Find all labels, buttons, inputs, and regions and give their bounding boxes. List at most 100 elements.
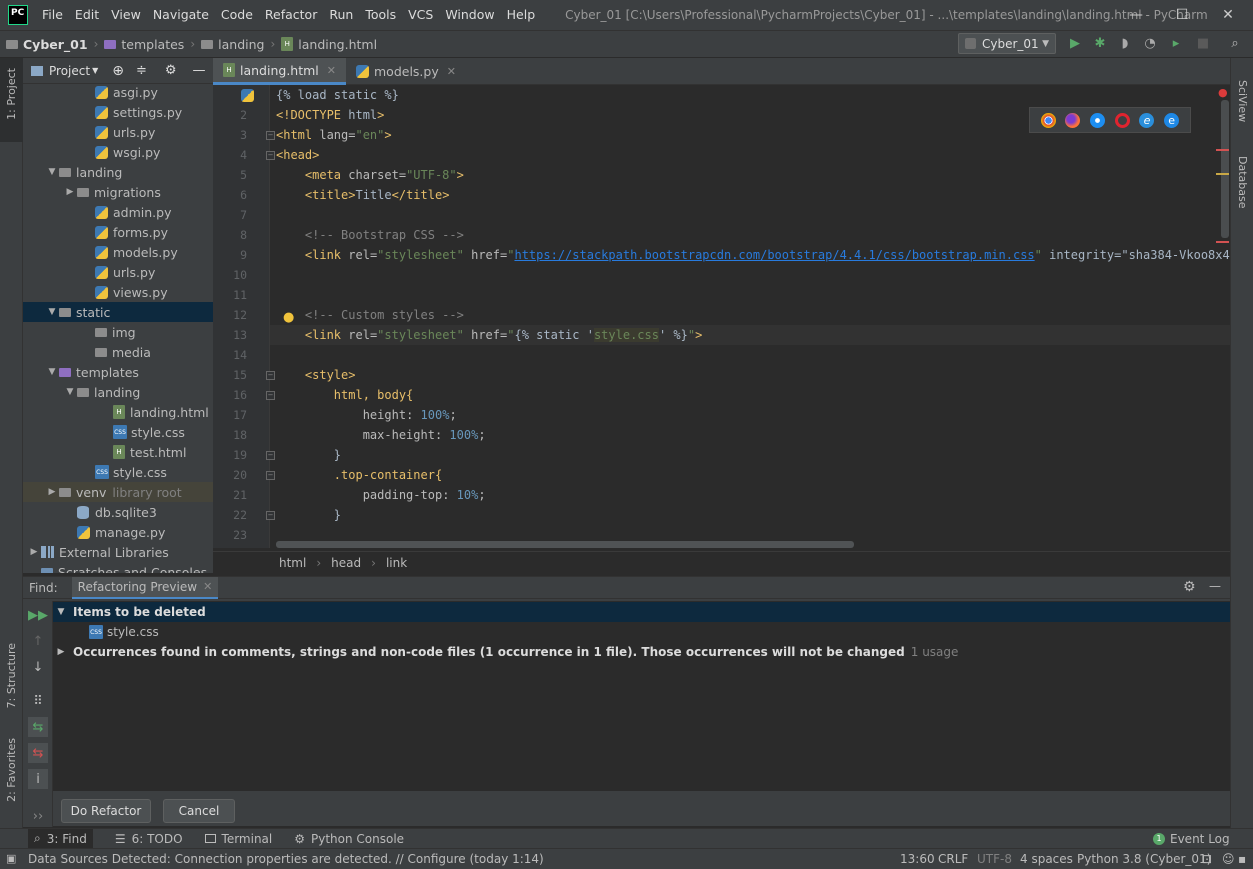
- menu-tools[interactable]: Tools: [359, 0, 402, 30]
- chevron-right-icon[interactable]: ▶: [53, 647, 69, 657]
- code-line[interactable]: }: [270, 445, 1230, 465]
- code-line[interactable]: [270, 265, 1230, 285]
- favorites-tool-tab[interactable]: 2: Favorites: [5, 738, 18, 802]
- breadcrumb-head[interactable]: head: [331, 556, 361, 570]
- chevron-down-icon[interactable]: ▼: [45, 367, 59, 377]
- chevron-down-icon[interactable]: ▼: [53, 607, 69, 617]
- results-group-occurrences[interactable]: ▶ Occurrences found in comments, strings…: [53, 642, 1230, 662]
- line-separator[interactable]: CRLF: [938, 852, 968, 866]
- menu-run[interactable]: Run: [323, 0, 359, 30]
- tree-item-asgi-py[interactable]: asgi.py: [23, 82, 213, 102]
- code-line[interactable]: height: 100%;: [270, 405, 1230, 425]
- tree-item-static[interactable]: ▼ static: [23, 302, 213, 322]
- code-line[interactable]: <style>: [270, 365, 1230, 385]
- tree-item-forms-py[interactable]: forms.py: [23, 222, 213, 242]
- lock-icon[interactable]: ⊡: [1202, 852, 1212, 866]
- code-line[interactable]: }: [270, 505, 1230, 525]
- rerun-icon[interactable]: ▶▶: [28, 605, 48, 625]
- tab-todo[interactable]: ☰ 6: TODO: [115, 832, 183, 846]
- cancel-button[interactable]: Cancel: [163, 799, 235, 823]
- nav-crumb-templates[interactable]: templates: [104, 37, 184, 52]
- code-line[interactable]: <!-- Custom styles -->: [270, 305, 1230, 325]
- arrow-up-icon[interactable]: ↑: [28, 631, 48, 651]
- status-message[interactable]: Data Sources Detected: Connection proper…: [28, 852, 544, 866]
- code-line[interactable]: <meta charset="UTF-8">: [270, 165, 1230, 185]
- firefox-icon[interactable]: [1065, 112, 1081, 128]
- menu-help[interactable]: Help: [501, 0, 542, 30]
- search-everywhere-icon[interactable]: ⌕: [1227, 35, 1243, 51]
- breadcrumb-html[interactable]: html: [279, 556, 306, 570]
- tree-item-views-py[interactable]: views.py: [23, 282, 213, 302]
- chevron-down-icon[interactable]: ▼: [92, 66, 98, 75]
- database-tool-tab[interactable]: Database: [1236, 156, 1249, 209]
- tree-item-img[interactable]: img: [23, 322, 213, 342]
- info-icon[interactable]: i: [28, 769, 48, 789]
- tree-item-landing[interactable]: ▼ landing: [23, 382, 213, 402]
- more-icon[interactable]: ››: [28, 806, 48, 826]
- file-encoding[interactable]: UTF-8: [977, 852, 1012, 866]
- tree-item-db-sqlite3[interactable]: db.sqlite3: [23, 502, 213, 522]
- code-line[interactable]: [270, 205, 1230, 225]
- chrome-icon[interactable]: [1040, 112, 1056, 128]
- tree-item-landing[interactable]: ▼ landing: [23, 162, 213, 182]
- python-interpreter[interactable]: Python 3.8 (Cyber_01): [1077, 852, 1211, 866]
- code-line[interactable]: [270, 285, 1230, 305]
- code-line[interactable]: <link rel="stylesheet" href="{% static '…: [270, 325, 1230, 345]
- tab-models-py[interactable]: models.py ✕: [346, 58, 466, 85]
- project-view-select[interactable]: Project: [49, 64, 90, 78]
- menu-view[interactable]: View: [105, 0, 147, 30]
- tab-refactoring-preview[interactable]: Refactoring Preview ✕: [71, 576, 219, 599]
- chevron-down-icon[interactable]: ▼: [63, 387, 77, 397]
- status-layout-icon[interactable]: ▣: [6, 852, 16, 865]
- include-icon[interactable]: ⇆: [28, 717, 48, 737]
- warning-stripe-mark[interactable]: [1216, 173, 1229, 175]
- edge-icon[interactable]: e: [1164, 112, 1180, 128]
- tree-item-templates[interactable]: ▼ templates: [23, 362, 213, 382]
- code-editor[interactable]: {% load static %} <!DOCTYPE html> <html la…: [270, 85, 1230, 548]
- code-line[interactable]: .top-container{: [270, 465, 1230, 485]
- chevron-right-icon[interactable]: ▶: [45, 487, 59, 497]
- gear-icon[interactable]: ⚙: [165, 63, 177, 78]
- minimize-button[interactable]: —: [1113, 0, 1159, 30]
- error-stripe-mark[interactable]: [1216, 149, 1229, 151]
- hide-panel-icon[interactable]: —: [193, 63, 206, 78]
- tab-event-log[interactable]: 1 Event Log: [1153, 832, 1230, 846]
- code-line[interactable]: <!-- Bootstrap CSS -->: [270, 225, 1230, 245]
- tree-item-external-libraries[interactable]: ▶ External Libraries: [23, 542, 213, 562]
- debug-icon[interactable]: ✱: [1092, 35, 1108, 51]
- hide-panel-icon[interactable]: —: [1209, 579, 1221, 593]
- nav-crumb-project[interactable]: Cyber_01: [6, 37, 88, 52]
- nav-crumb-file[interactable]: Hlanding.html: [281, 37, 377, 52]
- tree-item-media[interactable]: media: [23, 342, 213, 362]
- exclude-icon[interactable]: ⇆: [28, 743, 48, 763]
- locate-icon[interactable]: ⊕: [112, 63, 124, 79]
- close-icon[interactable]: ✕: [447, 65, 456, 78]
- arrow-down-icon[interactable]: ↓: [28, 657, 48, 677]
- concurrency-icon[interactable]: ▸: [1168, 35, 1184, 51]
- menu-edit[interactable]: Edit: [69, 0, 105, 30]
- tree-item-models-py[interactable]: models.py: [23, 242, 213, 262]
- tree-item-manage-py[interactable]: manage.py: [23, 522, 213, 542]
- opera-icon[interactable]: [1114, 112, 1130, 128]
- chevron-right-icon[interactable]: ▶: [63, 187, 77, 197]
- error-indicator-icon[interactable]: ●: [1218, 86, 1228, 99]
- chevron-down-icon[interactable]: ▼: [45, 307, 59, 317]
- close-icon[interactable]: ✕: [327, 64, 336, 77]
- stop-icon[interactable]: ■: [1195, 35, 1211, 51]
- tree-item-wsgi-py[interactable]: wsgi.py: [23, 142, 213, 162]
- code-line[interactable]: html, body{: [270, 385, 1230, 405]
- menu-refactor[interactable]: Refactor: [259, 0, 323, 30]
- results-group-deleted[interactable]: ▼ Items to be deleted: [53, 602, 1230, 622]
- breadcrumb-link[interactable]: link: [386, 556, 407, 570]
- do-refactor-button[interactable]: Do Refactor: [61, 799, 151, 823]
- menu-code[interactable]: Code: [215, 0, 259, 30]
- menu-navigate[interactable]: Navigate: [147, 0, 215, 30]
- gear-icon[interactable]: ⚙: [1183, 579, 1196, 595]
- editor-gutter[interactable]: 123−4−56789101112131415−16−171819−20−212…: [213, 85, 275, 548]
- coverage-icon[interactable]: ◗: [1117, 35, 1133, 51]
- menu-window[interactable]: Window: [439, 0, 500, 30]
- tree-item-landing-html[interactable]: Hlanding.html: [23, 402, 213, 422]
- internet-explorer-icon[interactable]: e: [1139, 112, 1155, 128]
- tree-item-urls-py[interactable]: urls.py: [23, 122, 213, 142]
- tab-python-console[interactable]: ⚙ Python Console: [294, 832, 404, 846]
